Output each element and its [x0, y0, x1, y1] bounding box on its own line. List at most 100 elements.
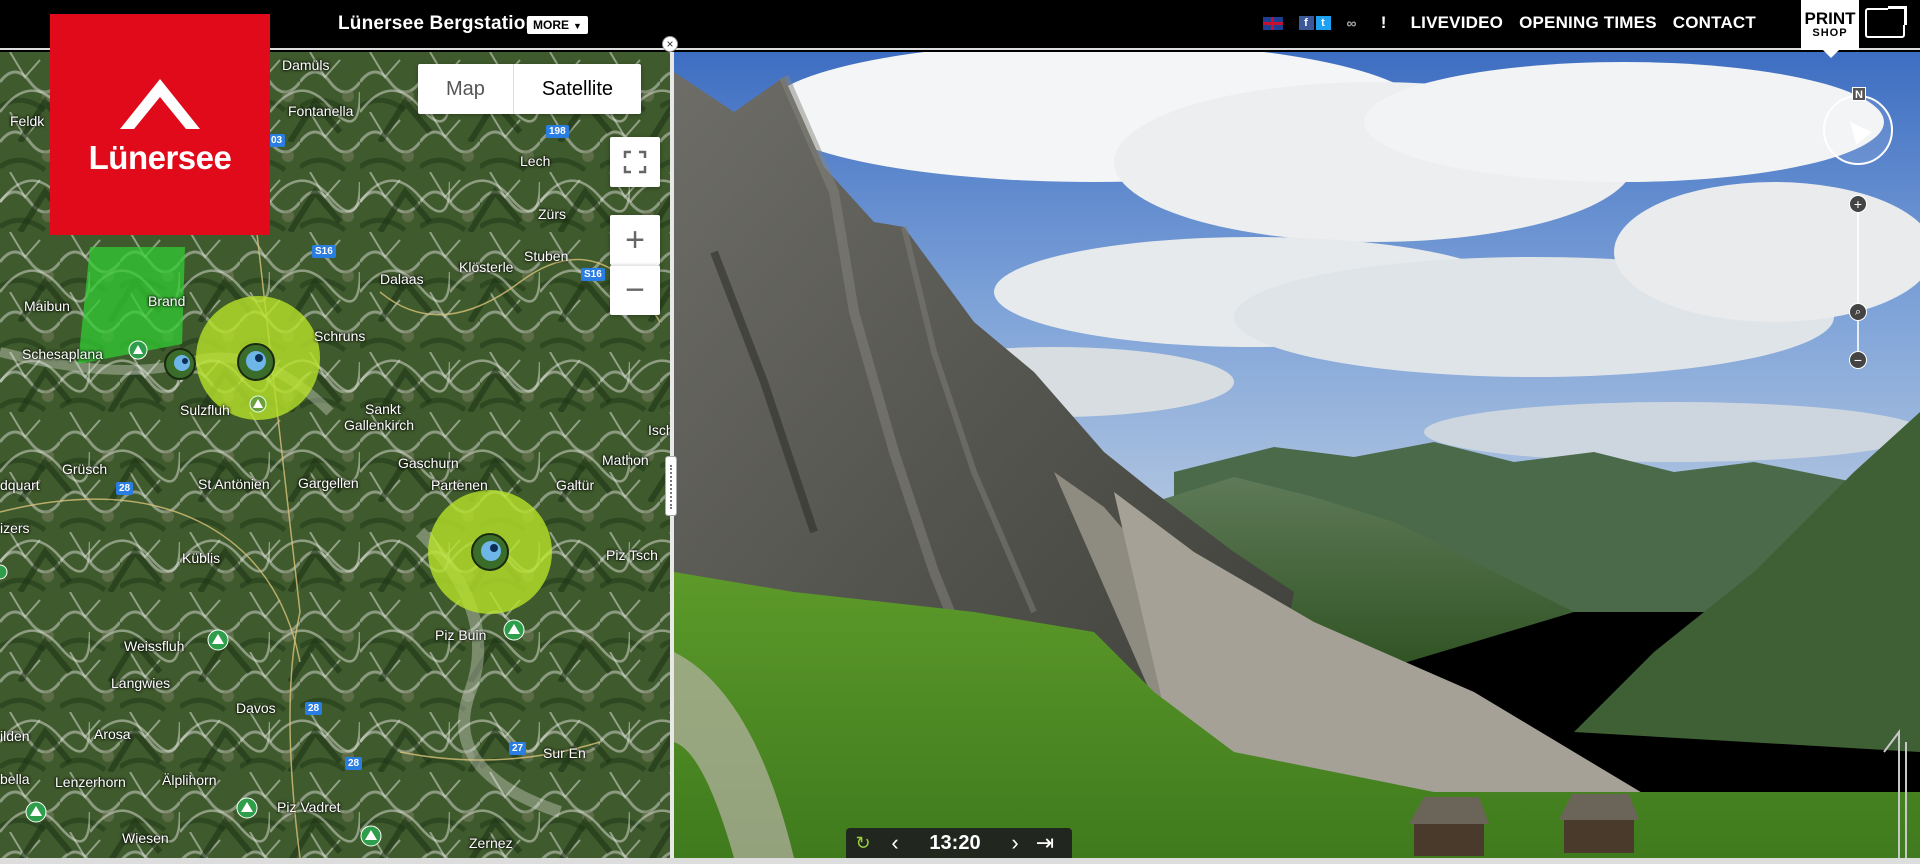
more-dropdown-button[interactable]: MORE ▼	[527, 16, 588, 34]
social-links: ft	[1298, 16, 1331, 30]
mountain-logo-icon	[120, 78, 200, 129]
map-label: ilden	[0, 728, 30, 744]
map-label: Galtür	[556, 477, 595, 493]
caret-down-icon: ▼	[573, 21, 582, 31]
bottom-border	[0, 858, 1920, 864]
map-label: Weissfluh	[124, 638, 185, 654]
direction-arrow-icon	[1842, 115, 1872, 145]
road-shield: 198	[546, 125, 569, 138]
map-type-toggle: Map Satellite	[418, 64, 642, 114]
map-label: Davos	[236, 700, 276, 716]
peak-marker[interactable]	[236, 797, 258, 819]
road-shield: 28	[116, 482, 134, 495]
map-label: Gallenkirch	[344, 417, 415, 433]
close-map-icon[interactable]: ×	[662, 36, 678, 52]
road-shield: 28	[305, 702, 323, 715]
map-label: Sur En	[543, 745, 586, 761]
map-label: Partenen	[431, 477, 488, 493]
viewer-zoom-in-button[interactable]: +	[1849, 195, 1867, 213]
time-navigation-bar: ↻ ‹ 13:20 › ⇥	[846, 828, 1072, 858]
nav-contact[interactable]: CONTACT	[1673, 13, 1756, 33]
peak-marker[interactable]	[25, 801, 47, 823]
map-label: Isch	[648, 422, 670, 438]
map-label: Gargellen	[298, 475, 359, 491]
map-label: Grüsch	[62, 461, 108, 477]
facebook-icon[interactable]: f	[1298, 16, 1314, 30]
previous-time-button[interactable]: ‹	[880, 830, 910, 856]
peak-marker[interactable]	[207, 629, 229, 651]
map-label: dquart	[0, 477, 40, 493]
map-label: Wiesen	[122, 830, 169, 846]
map-zoom-in-button[interactable]: +	[610, 215, 660, 265]
print-sub-label: SHOP	[1812, 27, 1848, 39]
map-label: Fontanella	[288, 103, 354, 119]
map-label: Stuben	[524, 248, 569, 264]
map-zoom-out-button[interactable]: −	[610, 265, 660, 315]
map-label: Lenzerhorn	[55, 774, 126, 790]
map-label: Zernez	[469, 835, 513, 851]
peak-marker[interactable]	[360, 825, 382, 847]
map-label: Schruns	[314, 328, 366, 344]
viewer-zoom-out-button[interactable]: −	[1849, 351, 1867, 369]
map-label: Piz Tsch	[606, 547, 658, 563]
map-label: Langwies	[111, 675, 171, 691]
road-shield: 27	[509, 742, 527, 755]
loop-icon[interactable]: ↻	[846, 833, 880, 854]
top-bar: Lünersee Bergstation MORE ▼ ft ∞ ! LIVEVI…	[0, 0, 1920, 58]
map-label: Brand	[148, 293, 186, 309]
road-shield: 28	[345, 757, 363, 770]
map-label: Küblis	[182, 550, 221, 566]
fullscreen-button[interactable]	[610, 137, 660, 187]
map-label: Schesaplana	[22, 346, 103, 362]
print-label: PRINT	[1804, 9, 1856, 28]
webcam-panorama[interactable]	[674, 52, 1920, 858]
map-type-satellite-button[interactable]: Satellite	[512, 64, 641, 114]
nav-livevideo[interactable]: LIVEVIDEO	[1411, 13, 1504, 33]
fullscreen-icon	[623, 150, 647, 174]
map-label: St Antönien	[198, 476, 270, 492]
current-time: 13:20	[929, 831, 981, 854]
next-time-button[interactable]: ›	[1000, 830, 1030, 856]
print-shop-button[interactable]: PRINT SHOP	[1801, 0, 1859, 58]
more-label: MORE	[533, 18, 569, 32]
info-button[interactable]: !	[1381, 13, 1387, 33]
resize-handle[interactable]	[665, 456, 677, 516]
compass-north-label: N	[1852, 87, 1866, 101]
peak-marker[interactable]	[503, 619, 525, 641]
map-label: Piz Vadret	[277, 799, 341, 815]
map-label: Damüls	[282, 57, 330, 73]
top-nav: ft ∞ ! LIVEVIDEO OPENING TIMES CONTACT	[1262, 13, 1756, 33]
camera-marker[interactable]	[237, 343, 275, 381]
map-type-map-button[interactable]: Map	[418, 64, 513, 114]
uk-flag-icon[interactable]	[1262, 16, 1283, 30]
plus-icon: +	[625, 220, 645, 259]
peak-marker[interactable]	[249, 395, 267, 413]
road-shield: S16	[581, 268, 605, 281]
twitter-icon[interactable]: t	[1315, 16, 1331, 30]
road-shield: 03	[268, 134, 286, 147]
peak-marker[interactable]	[128, 340, 148, 360]
camera-marker[interactable]	[164, 348, 196, 380]
viewer-zoom-slider[interactable]	[1857, 205, 1859, 360]
map-label: Klösterle	[459, 259, 514, 275]
magnifier-icon[interactable]: ⌕	[1849, 303, 1867, 321]
logo-wordmark: Lünersee	[88, 138, 232, 176]
map-label: Mathon	[602, 452, 649, 468]
map-label: Lech	[520, 153, 551, 169]
link-icon[interactable]: ∞	[1347, 15, 1357, 31]
map-label: Maibun	[24, 298, 70, 314]
compass-icon[interactable]: N	[1823, 87, 1893, 165]
map-label: Sulzfluh	[180, 402, 230, 418]
mountain-hut	[1409, 797, 1489, 856]
nav-opening-times[interactable]: OPENING TIMES	[1519, 13, 1657, 33]
map-label: Älplihorn	[162, 772, 217, 788]
map-label: Sankt	[365, 401, 401, 417]
latest-time-button[interactable]: ⇥	[1030, 830, 1060, 856]
brand-logo[interactable]: Lünersee	[50, 14, 270, 235]
camera-marker[interactable]	[471, 533, 509, 571]
popout-window-icon[interactable]	[1865, 6, 1907, 38]
minus-icon: −	[625, 271, 645, 309]
mountain-hut	[1559, 794, 1639, 853]
map-label: Piz Buin	[435, 627, 487, 643]
camera-title: Lünersee Bergstation	[338, 13, 538, 34]
